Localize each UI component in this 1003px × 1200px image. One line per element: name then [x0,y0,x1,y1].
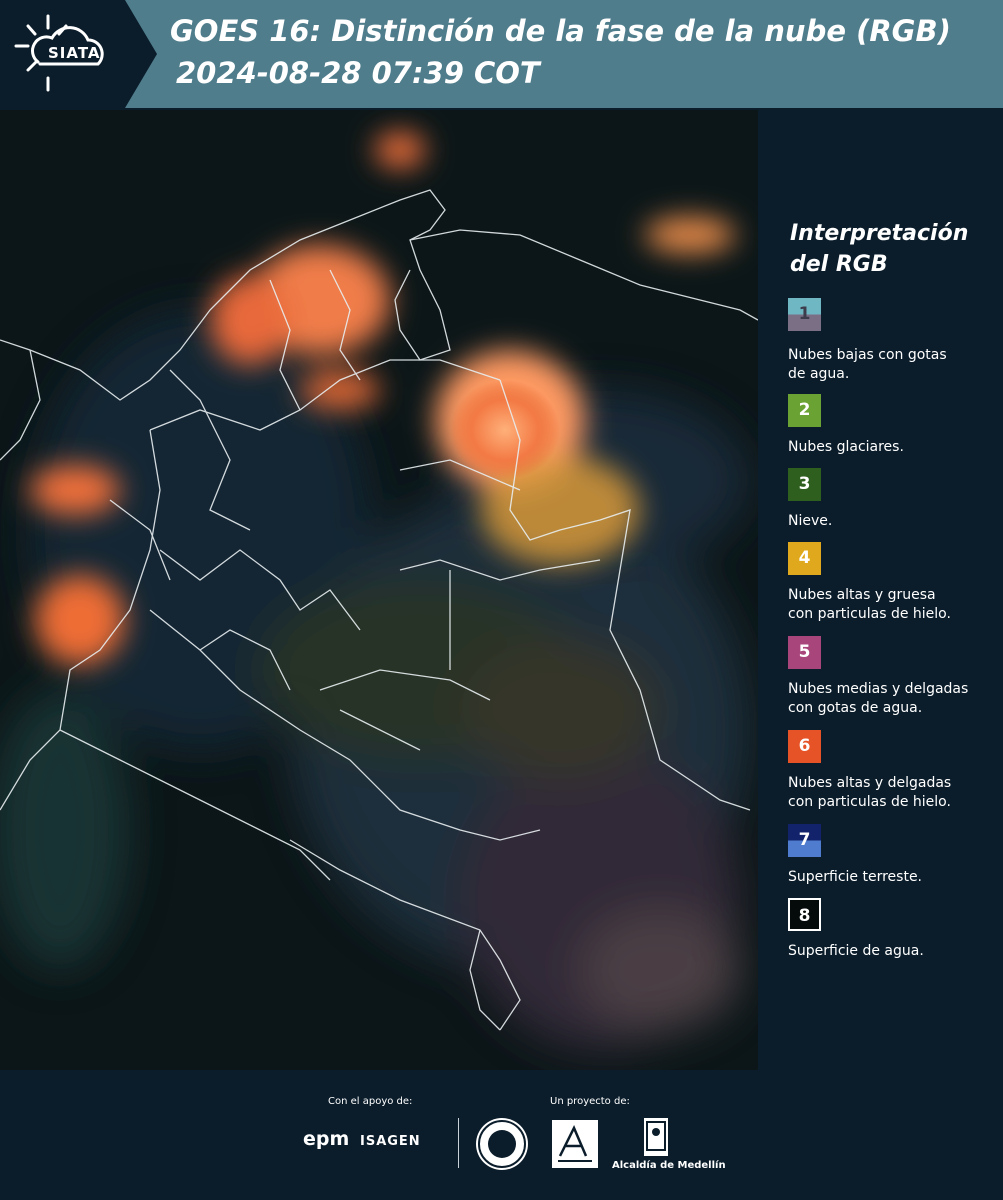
legend-number: 7 [798,830,811,850]
satellite-rgb-map [0,110,758,1070]
area-metropolitana-logo [552,1120,598,1168]
legend-label-3: Nieve. [788,512,1003,531]
legend-label-line: Superficie terreste. [788,869,923,885]
legend-label-line: Nubes medias y delgadas [788,681,969,697]
map-image [0,110,758,1070]
footer-project-label: Un proyecto de: [550,1096,630,1107]
legend-number: 8 [798,906,811,926]
footer-divider [458,1118,459,1168]
legend-label-line: Nubes bajas con gotas [788,347,947,363]
legend-label-line: Nubes altas y delgadas [788,775,952,791]
logo-arrow [125,0,157,108]
page-title: GOES 16: Distinción de la fase de la nub… [170,14,951,48]
legend-number: 3 [798,474,811,494]
legend-label-4: Nubes altas y gruesa con particulas de hi… [788,586,1003,624]
legend-label-line: con particulas de hielo. [788,606,951,622]
legend-label-8: Superficie de agua. [788,942,1003,961]
area-metropolitana-icon [558,1125,592,1162]
footer-support-label: Con el apoyo de: [328,1096,413,1107]
legend-number: 2 [798,400,811,420]
legend-label-line: con particulas de hielo. [788,794,951,810]
legend-swatch-1: 1 [788,298,821,331]
legend-swatch-3: 3 [788,468,821,501]
isagen-logo: ISAGEN [360,1134,421,1149]
legend-label-2: Nubes glaciares. [788,438,1003,457]
legend-swatch-6: 6 [788,730,821,763]
legend-label-line: de agua. [788,366,850,382]
page-timestamp: 2024-08-28 07:39 COT [176,56,540,90]
legend-label-line: Superficie de agua. [788,943,924,959]
legend-number: 4 [798,548,811,568]
epm-logo: epm [303,1128,350,1150]
legend-label-line: con gotas de agua. [788,700,923,716]
header-bar: SIATA GOES 16: Distinción de la fase de … [0,0,1003,108]
legend-label-line: Nubes altas y gruesa [788,587,936,603]
legend-label-line: Nieve. [788,513,833,529]
legend-swatch-5: 5 [788,636,821,669]
alcaldia-label: Alcaldía de Medellín [612,1160,726,1171]
siata-logo-text: SIATA [48,44,101,62]
municipal-seal-logo [476,1118,528,1170]
legend-number: 5 [798,642,811,662]
legend-label-1: Nubes bajas con gotas de agua. [788,346,1003,384]
legend-label-6: Nubes altas y delgadas con particulas de … [788,774,1003,812]
legend-panel: Interpretación del RGB 1 Nubes bajas con … [762,110,1003,1070]
seal-icon [478,1120,526,1168]
legend-label-7: Superficie terreste. [788,868,1003,887]
legend-swatch-8: 8 [788,898,821,931]
legend-title: Interpretación del RGB [790,221,969,277]
legend-swatch-4: 4 [788,542,821,575]
legend-swatch-7: 7 [788,824,821,857]
legend-swatch-2: 2 [788,394,821,427]
siata-logo: SIATA [0,0,125,108]
legend-number: 1 [798,304,811,324]
legend-label-5: Nubes medias y delgadas con gotas de agua… [788,680,1003,718]
legend-number: 6 [798,736,811,756]
alcaldia-shield-icon [644,1118,668,1156]
legend-label-line: Nubes glaciares. [788,439,904,455]
